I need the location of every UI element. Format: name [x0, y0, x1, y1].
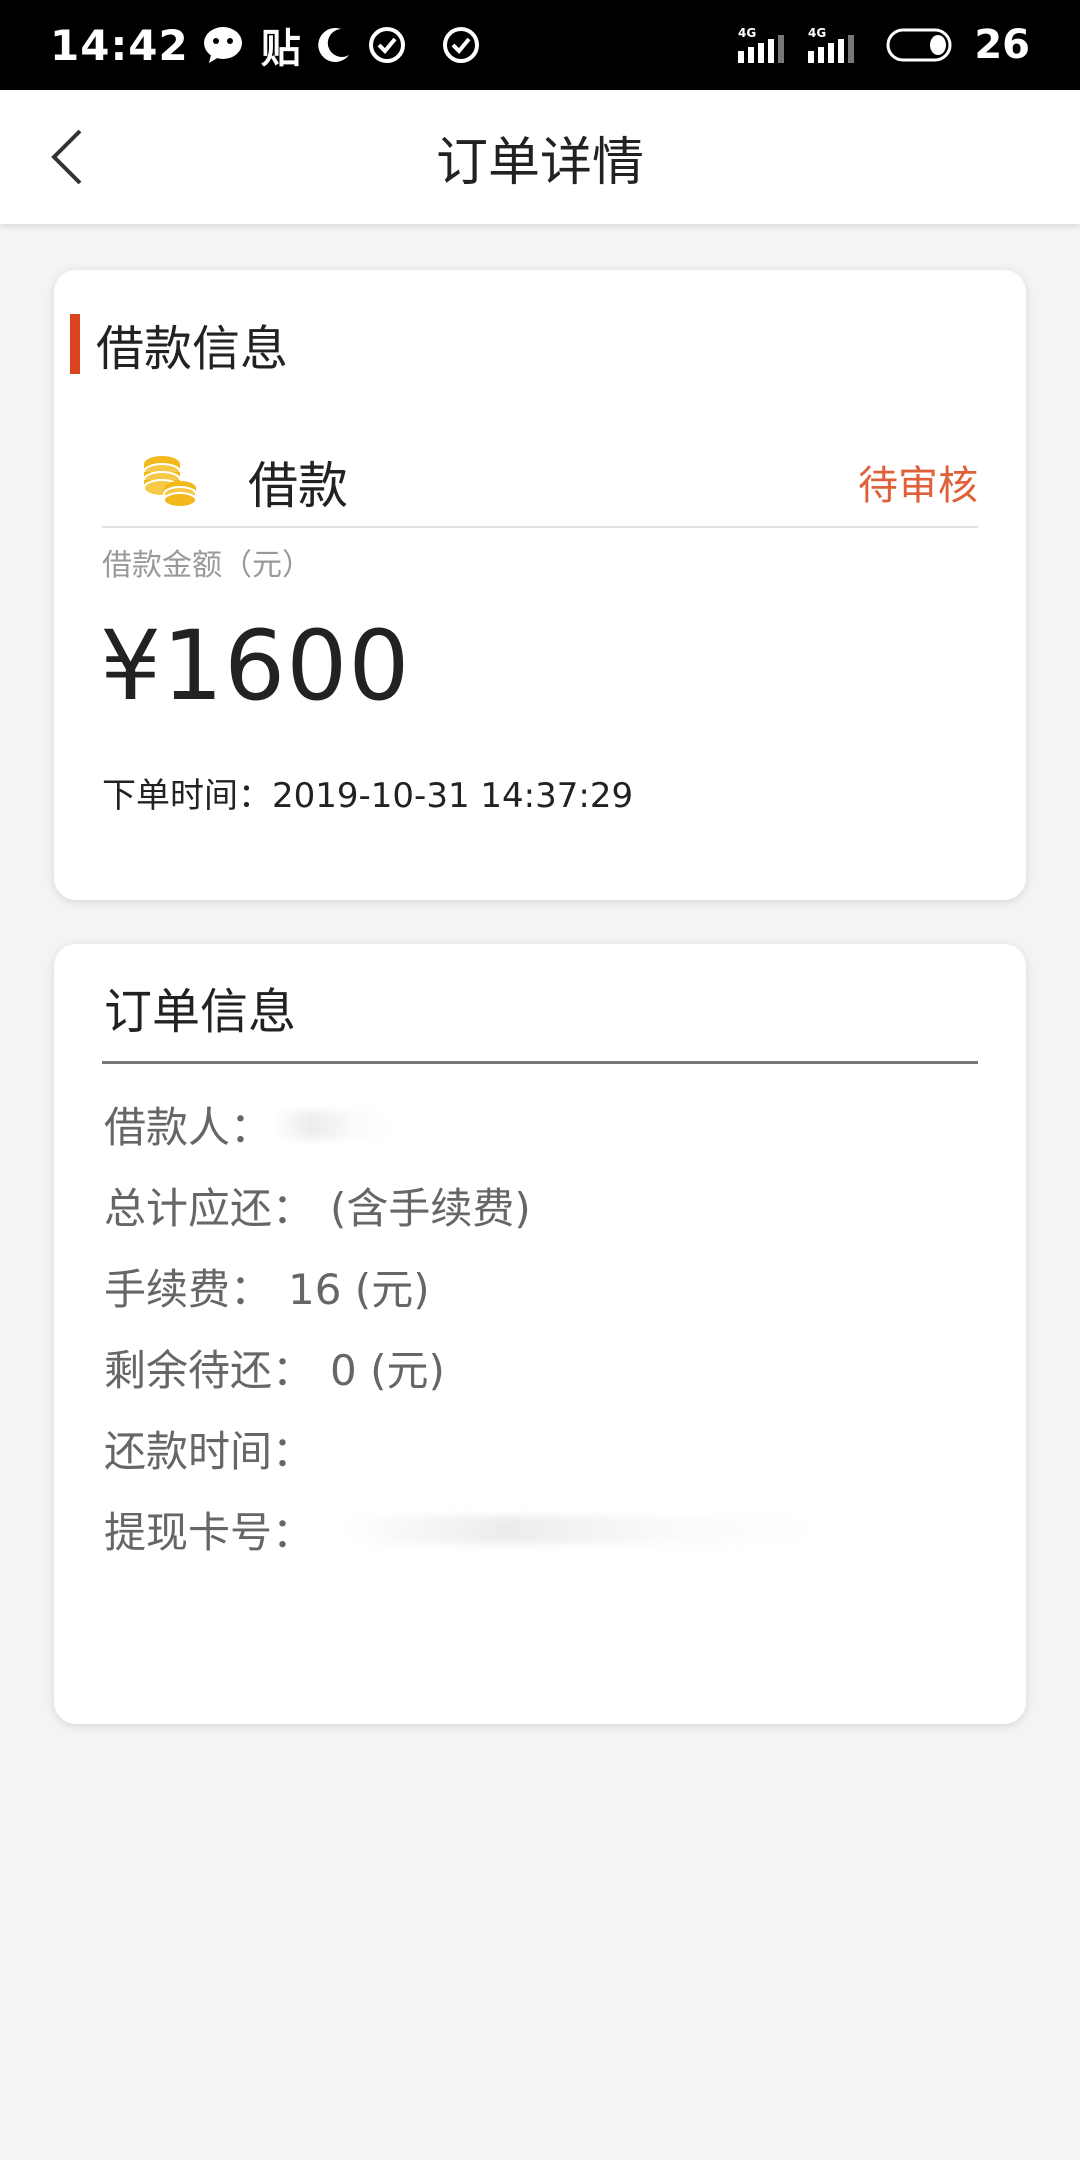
- loan-info-card: 借款信息 借款 待审核 借款金额（元） ¥1600 下单时间：2019-10-3…: [54, 270, 1026, 900]
- signal-label: 4G: [738, 26, 756, 40]
- order-divider: [102, 1061, 978, 1064]
- status-left: 14:42 贴: [50, 16, 481, 74]
- repay-time-label: 还款时间：: [104, 1427, 315, 1476]
- fee-row: 手续费： 16 (元): [104, 1246, 964, 1327]
- coin-stack-icon: [143, 456, 197, 508]
- order-time-row: 下单时间：2019-10-31 14:37:29: [102, 768, 633, 817]
- loan-amount: ¥1600: [100, 610, 411, 722]
- order-info-card: 订单信息 借款人： 总计应还： (含手续费) 手续费： 16 (元) 剩余待还：…: [54, 944, 1026, 1724]
- signal-label: 4G: [808, 26, 826, 40]
- total-due-row: 总计应还： (含手续费): [104, 1165, 964, 1246]
- loan-type-row: 借款 待审核: [102, 438, 978, 528]
- card-number-row: 提现卡号：: [104, 1489, 964, 1570]
- order-time-label: 下单时间：: [102, 776, 272, 816]
- status-right: 4G 4G 26: [736, 22, 1030, 68]
- section-accent-bar: [70, 314, 80, 374]
- card-number-redacted: [344, 1515, 825, 1544]
- order-section-title: 订单信息: [104, 984, 297, 1040]
- wechat-icon: [203, 25, 247, 65]
- repay-time-row: 还款时间：: [104, 1408, 964, 1489]
- signal-4g-icon: 4G: [736, 25, 792, 65]
- fee-value: 16 (元): [288, 1265, 430, 1314]
- moon-icon: [315, 25, 353, 65]
- page-title: 订单详情: [435, 132, 644, 193]
- loan-type-label: 借款: [248, 457, 348, 515]
- remaining-row: 剩余待还： 0 (元): [104, 1327, 964, 1408]
- card-number-label: 提现卡号：: [104, 1508, 315, 1557]
- chevron-left-icon: [51, 129, 82, 185]
- status-bar: 14:42 贴 4G 4G 26: [0, 0, 1080, 90]
- page-header: 订单详情: [0, 90, 1080, 224]
- back-button[interactable]: [28, 117, 108, 197]
- loan-section-title: 借款信息: [96, 321, 289, 377]
- amount-label: 借款金额（元）: [102, 548, 312, 583]
- signal-4g-icon: 4G: [806, 25, 862, 65]
- app-notification-text: 贴: [260, 26, 301, 72]
- check-circle-icon: [367, 25, 407, 65]
- borrower-redacted: [272, 1110, 393, 1139]
- loan-section-header: 借款信息: [70, 314, 288, 377]
- order-time-value: 2019-10-31 14:37:29: [272, 776, 634, 816]
- borrower-row: 借款人：: [104, 1084, 964, 1165]
- battery-percentage: 26: [974, 22, 1030, 68]
- total-due-value: (含手续费): [330, 1184, 531, 1233]
- remaining-value: 0 (元): [330, 1346, 445, 1395]
- loan-status-badge: 待审核: [858, 463, 978, 509]
- borrower-label: 借款人：: [104, 1103, 273, 1152]
- order-info-list: 借款人： 总计应还： (含手续费) 手续费： 16 (元) 剩余待还： 0 (元…: [104, 1084, 964, 1570]
- remaining-label: 剩余待还：: [104, 1346, 315, 1395]
- total-due-label: 总计应还：: [104, 1184, 315, 1233]
- fee-label: 手续费：: [104, 1265, 273, 1314]
- status-time: 14:42: [50, 20, 189, 70]
- check-circle-icon: [441, 25, 481, 65]
- battery-icon: [886, 27, 954, 63]
